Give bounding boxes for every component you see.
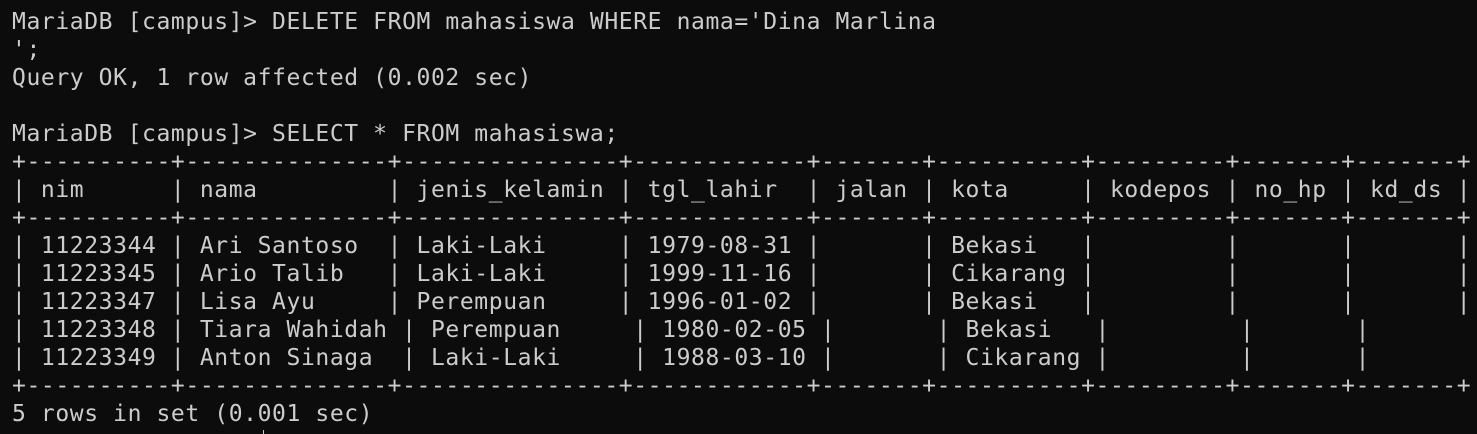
table-row: | 11223345 | Ario Talib | Laki-Laki | 19… bbox=[12, 261, 1472, 287]
terminal-line-delete-command: MariaDB [campus]> DELETE FROM mahasiswa … bbox=[12, 9, 937, 35]
table-border-mid: +----------+--------------+-------------… bbox=[12, 205, 1472, 231]
table-border-bottom: +----------+--------------+-------------… bbox=[12, 373, 1472, 399]
table-row: | 11223347 | Lisa Ayu | Perempuan | 1996… bbox=[12, 289, 1472, 315]
terminal-line-footer: 5 rows in set (0.001 sec) bbox=[12, 401, 374, 427]
table-row: | 11223348 | Tiara Wahidah | Perempuan |… bbox=[12, 317, 1477, 343]
terminal-line-select-command: MariaDB [campus]> SELECT * FROM mahasisw… bbox=[12, 121, 619, 147]
terminal-line-continuation: '; bbox=[12, 37, 41, 63]
terminal-line-query-result: Query OK, 1 row affected (0.002 sec) bbox=[12, 65, 533, 91]
terminal-window[interactable]: MariaDB [campus]> DELETE FROM mahasiswa … bbox=[0, 0, 1477, 434]
table-row: | 11223349 | Anton Sinaga | Laki-Laki | … bbox=[12, 345, 1477, 371]
text-cursor bbox=[263, 430, 264, 434]
table-border-top: +----------+--------------+-------------… bbox=[12, 149, 1472, 175]
table-row: | 11223344 | Ari Santoso | Laki-Laki | 1… bbox=[12, 233, 1472, 259]
table-header: | nim | nama | jenis_kelamin | tgl_lahir… bbox=[12, 177, 1472, 203]
